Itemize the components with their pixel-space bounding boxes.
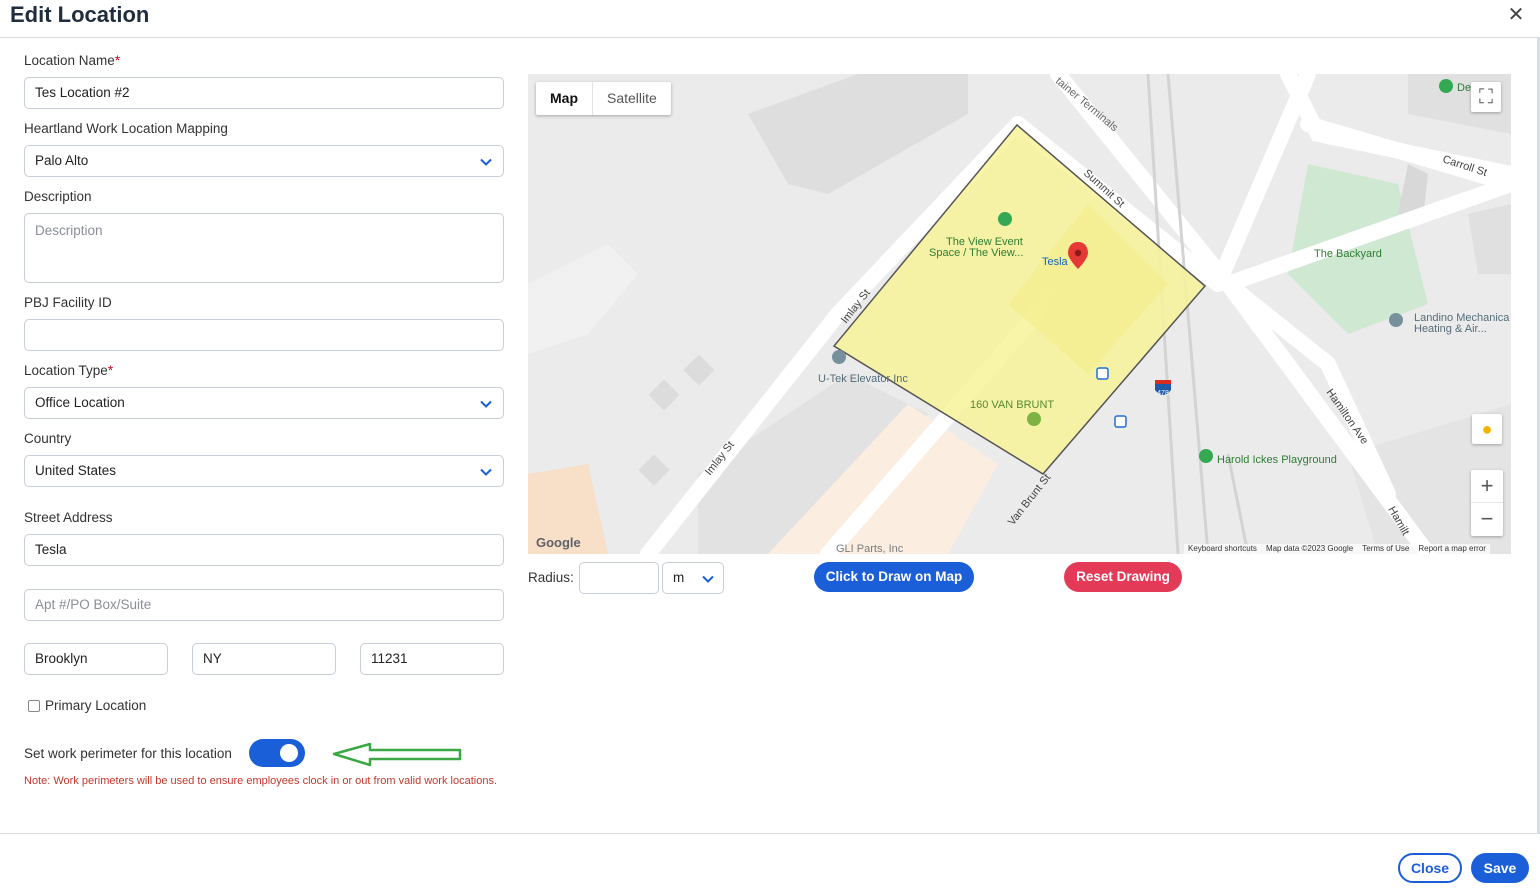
primary-location-label: Primary Location [45,698,147,713]
mapping-select[interactable]: Palo Alto [24,145,504,177]
map-canvas[interactable]: 478 The View Event Space / The View... T… [528,74,1511,554]
primary-location-checkbox[interactable] [28,700,40,712]
radius-label: Radius: [528,570,574,585]
tab-satellite[interactable]: Satellite [593,82,671,115]
location-name-label: Location Name* [24,53,121,68]
chevron-down-icon [480,400,492,408]
map-label-view-event-2: Space / The View... [929,247,1023,259]
pbj-facility-input[interactable] [24,319,504,351]
map-label-harold-ickes: Harold Ickes Playground [1217,454,1337,466]
mapping-label: Heartland Work Location Mapping [24,121,228,136]
pegman-icon[interactable]: ● [1472,414,1502,444]
pbj-facility-label: PBJ Facility ID [24,295,112,310]
dialog-footer-divider [0,833,1540,834]
perimeter-label: Set work perimeter for this location [24,746,232,761]
description-label: Description [24,189,92,204]
tab-map[interactable]: Map [536,82,593,115]
zoom-in-button[interactable]: + [1471,470,1503,503]
zoom-controls: + − [1471,470,1503,536]
close-button[interactable]: Close [1398,853,1462,883]
street-address-label: Street Address [24,510,113,525]
radius-unit-select[interactable]: m [662,562,724,594]
report-error-link[interactable]: Report a map error [1418,544,1486,554]
terms-link[interactable]: Terms of Use [1362,544,1409,554]
map-label-gl-parts: GLI Parts, Inc [836,543,904,554]
chevron-down-icon [480,158,492,166]
country-selected-value: United States [35,463,117,478]
location-type-select[interactable]: Office Location [24,387,504,419]
radius-input[interactable] [579,562,659,594]
fullscreen-icon[interactable]: ⛶ [1471,82,1501,112]
location-type-selected-value: Office Location [35,395,125,410]
description-placeholder: Description [35,223,103,238]
dialog-title: Edit Location [10,2,150,27]
description-textarea[interactable]: Description [24,213,504,283]
edit-location-dialog: Edit Location ✕ Location Name* Tes Locat… [0,0,1540,892]
map-view[interactable]: 478 The View Event Space / The View... T… [528,74,1511,554]
city-input[interactable]: Brooklyn [24,643,168,675]
country-select[interactable]: United States [24,455,504,487]
map-label-backyard: The Backyard [1314,248,1382,260]
map-label-160-van-brunt: 160 VAN BRUNT [970,399,1054,411]
dialog-header: Edit Location ✕ [0,0,1540,38]
map-footer: Keyboard shortcuts Map data ©2023 Google… [1184,544,1490,554]
google-logo: Google [536,535,581,550]
toggle-knob [280,744,298,762]
location-type-label: Location Type* [24,363,114,378]
map-data-text: Map data ©2023 Google [1265,544,1354,553]
chevron-down-icon [702,575,714,583]
perimeter-toggle[interactable] [249,739,305,767]
save-button[interactable]: Save [1471,853,1529,883]
close-icon[interactable]: ✕ [1506,4,1526,26]
country-label: Country [24,431,72,446]
apt-suite-input[interactable]: Apt #/PO Box/Suite [24,589,504,621]
location-name-input[interactable]: Tes Location #2 [24,77,504,109]
zoom-out-button[interactable]: − [1471,503,1503,536]
radius-unit-value: m [673,570,685,585]
map-label-landino-2: Heating & Air... [1414,323,1487,335]
chevron-down-icon [480,468,492,476]
map-label-utek: U-Tek Elevator Inc [818,373,908,385]
map-label-de: De [1457,82,1471,94]
zip-input[interactable]: 11231 [360,643,504,675]
draw-on-map-button[interactable]: Click to Draw on Map [814,562,974,592]
state-input[interactable]: NY [192,643,336,675]
street-address-input[interactable]: Tesla [24,534,504,566]
reset-drawing-button[interactable]: Reset Drawing [1064,562,1182,592]
arrow-left-icon [332,742,462,767]
apt-suite-placeholder: Apt #/PO Box/Suite [35,597,152,612]
map-label-tesla: Tesla [1042,256,1069,268]
map-type-tabs: Map Satellite [536,82,671,115]
perimeter-note: Note: Work perimeters will be used to en… [24,775,497,787]
keyboard-shortcuts-link[interactable]: Keyboard shortcuts [1188,544,1257,554]
mapping-selected-value: Palo Alto [35,153,89,168]
interstate-shield-label: 478 [1157,390,1169,397]
